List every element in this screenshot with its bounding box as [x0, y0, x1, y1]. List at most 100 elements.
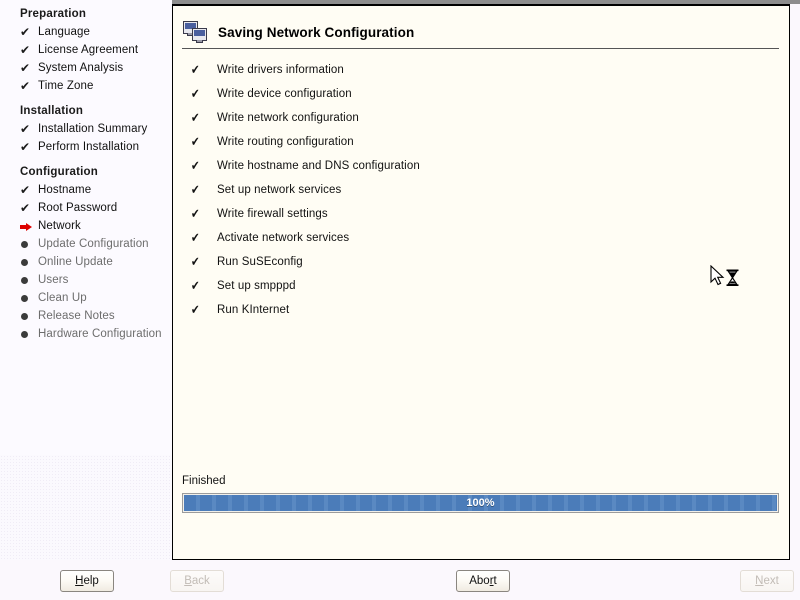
network-computers-icon [183, 20, 209, 44]
sidebar-group-title: Preparation [20, 8, 87, 20]
sidebar-item-label: Root Password [38, 202, 118, 214]
right-arrow-icon [20, 222, 38, 231]
sidebar-item-label: License Agreement [38, 44, 139, 56]
sidebar-item-online-update: Online Update [0, 253, 172, 271]
task-row: ✔ Run SuSEconfig [173, 250, 789, 274]
sidebar-item-label: Network [38, 220, 81, 232]
progress-bar: 100% [182, 493, 779, 513]
sidebar-item-time-zone: ✔ Time Zone [0, 77, 172, 95]
sidebar-item-network: Network [0, 217, 172, 235]
sidebar-group: Installation ✔ Installation Summary ✔ Perfor… [0, 105, 172, 156]
task-label: Activate network services [217, 232, 350, 244]
button-bar: Help Back Abort Next [0, 560, 800, 600]
progress-percent-label: 100% [466, 497, 495, 509]
sidebar-item-perform-installation: ✔ Perform Installation [0, 138, 172, 156]
task-label: Run KInternet [217, 304, 290, 316]
bullet-icon [20, 312, 38, 320]
sidebar-group-title: Installation [20, 105, 84, 117]
task-check-icon: ✔ [191, 206, 200, 222]
sidebar-item-system-analysis: ✔ System Analysis [0, 59, 172, 77]
panel-header: Saving Network Configuration [173, 6, 789, 50]
page-title: Saving Network Configuration [218, 24, 415, 40]
task-row: ✔ Write hostname and DNS configuration [173, 154, 789, 178]
task-row: ✔ Activate network services [173, 226, 789, 250]
sidebar-item-label: Users [38, 274, 69, 286]
sidebar-item-label: Installation Summary [38, 123, 148, 135]
task-label: Set up network services [217, 184, 342, 196]
task-row: ✔ Set up smpppd [173, 274, 789, 298]
bullet-icon [20, 330, 38, 338]
task-row: ✔ Write device configuration [173, 82, 789, 106]
progress-area: Finished 100% [182, 475, 779, 513]
check-icon: ✔ [20, 79, 31, 93]
sidebar-item-hostname: ✔ Hostname [0, 181, 172, 199]
task-label: Write firewall settings [217, 208, 328, 220]
sidebar-item-label: Perform Installation [38, 141, 140, 153]
sidebar-texture [0, 455, 172, 560]
sidebar-item-root-password: ✔ Root Password [0, 199, 172, 217]
sidebar-item-language: ✔ Language [0, 23, 172, 41]
sidebar-item-label: Update Configuration [38, 238, 149, 250]
sidebar-item-label: Online Update [38, 256, 113, 268]
task-row: ✔ Set up network services [173, 178, 789, 202]
task-row: ✔ Write firewall settings [173, 202, 789, 226]
task-row: ✔ Run KInternet [173, 298, 789, 322]
title-divider [182, 48, 779, 49]
bullet-icon [20, 258, 38, 266]
task-check-icon: ✔ [191, 302, 200, 318]
sidebar-item-label: Hostname [38, 184, 92, 196]
back-button: Back [170, 570, 224, 592]
task-check-icon: ✔ [191, 110, 200, 126]
task-label: Run SuSEconfig [217, 256, 303, 268]
sidebar-item-label: Time Zone [38, 80, 94, 92]
main-panel: Saving Network Configuration ✔ Write driv… [172, 4, 790, 560]
check-icon: ✔ [20, 122, 31, 136]
next-button: Next [740, 570, 794, 592]
sidebar-item-license-agreement: ✔ License Agreement [0, 41, 172, 59]
task-check-icon: ✔ [191, 254, 200, 270]
check-icon: ✔ [20, 61, 31, 75]
task-list: ✔ Write drivers information ✔ Write device … [173, 58, 789, 322]
sidebar-item-hardware-configuration: Hardware Configuration [0, 325, 172, 343]
task-row: ✔ Write network configuration [173, 106, 789, 130]
task-label: Write hostname and DNS configuration [217, 160, 420, 172]
task-check-icon: ✔ [191, 86, 200, 102]
sidebar-item-clean-up: Clean Up [0, 289, 172, 307]
check-icon: ✔ [20, 140, 31, 154]
task-label: Write device configuration [217, 88, 352, 100]
sidebar-group-title: Configuration [20, 166, 98, 178]
progress-status-label: Finished [182, 475, 226, 487]
abort-button[interactable]: Abort [456, 570, 510, 592]
task-label: Write drivers information [217, 64, 344, 76]
bullet-icon [20, 276, 38, 284]
task-row: ✔ Write routing configuration [173, 130, 789, 154]
sidebar-item-installation-summary: ✔ Installation Summary [0, 120, 172, 138]
help-button[interactable]: Help [60, 570, 114, 592]
sidebar-item-label: Release Notes [38, 310, 115, 322]
task-check-icon: ✔ [191, 158, 200, 174]
task-label: Set up smpppd [217, 280, 296, 292]
sidebar-group: Configuration ✔ Hostname ✔ Root Password Netw… [0, 166, 172, 343]
task-check-icon: ✔ [191, 182, 200, 198]
bullet-icon [20, 240, 38, 248]
sidebar-item-label: Language [38, 26, 90, 38]
task-label: Write network configuration [217, 112, 359, 124]
task-check-icon: ✔ [191, 278, 200, 294]
sidebar-item-label: Hardware Configuration [38, 328, 162, 340]
sidebar-item-users: Users [0, 271, 172, 289]
check-icon: ✔ [20, 25, 31, 39]
task-check-icon: ✔ [191, 62, 200, 78]
check-icon: ✔ [20, 183, 31, 197]
bullet-icon [20, 294, 38, 302]
task-check-icon: ✔ [191, 230, 200, 246]
task-row: ✔ Write drivers information [173, 58, 789, 82]
check-icon: ✔ [20, 201, 31, 215]
sidebar-item-update-configuration: Update Configuration [0, 235, 172, 253]
sidebar-item-release-notes: Release Notes [0, 307, 172, 325]
sidebar-group: Preparation ✔ Language ✔ License Agreement ✔ S… [0, 8, 172, 95]
check-icon: ✔ [20, 43, 31, 57]
task-check-icon: ✔ [191, 134, 200, 150]
sidebar-item-label: Clean Up [38, 292, 87, 304]
sidebar-item-label: System Analysis [38, 62, 124, 74]
task-label: Write routing configuration [217, 136, 354, 148]
